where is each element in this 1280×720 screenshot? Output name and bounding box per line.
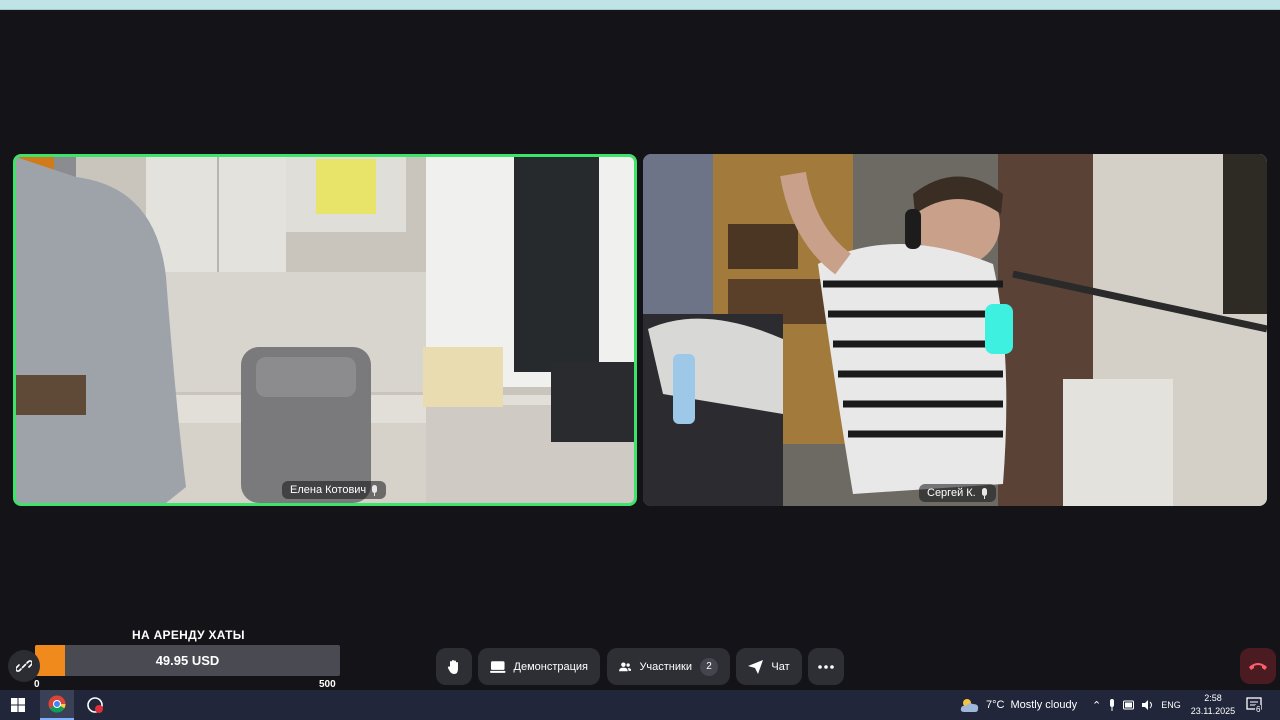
input-language[interactable]: ENG [1161,700,1181,710]
video-call-window: Елена Котович Сергей К. НА АРЕНДУ ХАТЫ 4… [0,0,1280,720]
battery-icon[interactable] [1123,700,1135,710]
participant-name: Елена Котович [290,484,367,496]
chat-label: Чат [771,660,790,673]
start-button[interactable] [0,690,36,720]
volume-icon[interactable] [1142,700,1154,710]
chat-button[interactable]: Чат [736,648,802,685]
weather-widget[interactable]: 7°C Mostly cloudy [960,690,1077,720]
hang-up-button[interactable] [1240,648,1276,684]
participants-label: Участники [639,660,692,673]
donation-min-label: 0 [34,679,40,690]
taskbar-clock[interactable]: 2:58 23.11.2025 [1186,692,1240,718]
cloudy-weather-icon [960,699,979,712]
windows-logo-icon [11,698,25,712]
copy-link-button[interactable] [8,650,40,682]
participant-name-tag: Елена Котович [282,481,387,499]
microphone-tray-icon[interactable] [1108,699,1116,711]
participant-tile-sergey[interactable]: Сергей К. [643,154,1267,506]
system-tray: ⌃ ENG [1092,690,1181,720]
browser-top-strip [0,0,1280,10]
screen-share-icon [490,660,506,673]
participant-name-tag: Сергей К. [919,484,996,502]
donation-goal-title: НА АРЕНДУ ХАТЫ [132,628,245,642]
participants-icon [619,662,632,672]
microphone-icon [371,484,378,496]
more-icon [818,664,834,669]
more-options-button[interactable] [808,648,844,685]
chrome-icon [48,695,66,713]
taskbar-app[interactable] [80,690,110,720]
send-icon [748,659,764,674]
screen-share-button[interactable]: Демонстрация [478,648,600,685]
participants-button[interactable]: Участники 2 [607,648,730,685]
taskbar-chrome[interactable] [40,690,74,720]
participant-video-sergey [643,154,1267,506]
clock-time: 2:58 [1204,693,1222,703]
raise-hand-button[interactable] [436,648,472,685]
hang-up-icon [1249,663,1267,670]
donation-max-label: 500 [319,679,336,690]
raise-hand-icon [447,659,458,674]
participant-video-elena [16,157,634,503]
weather-condition: Mostly cloudy [1010,699,1078,711]
donation-progress-bar: 49.95 USD [35,645,340,676]
participant-tile-elena[interactable]: Елена Котович [13,154,637,506]
link-icon [16,660,32,672]
microphone-icon [981,487,988,499]
notification-count: 6 [1255,705,1262,714]
donation-amount: 49.95 USD [155,653,220,668]
app-icon [87,697,103,713]
chevron-up-icon[interactable]: ⌃ [1092,699,1101,712]
participants-count-badge: 2 [700,657,718,676]
participant-name: Сергей К. [927,487,976,499]
clock-date: 23.11.2025 [1190,706,1236,716]
windows-taskbar: 7°C Mostly cloudy ⌃ ENG 2:58 23.11.2025 … [0,690,1280,720]
screen-share-label: Демонстрация [513,660,589,673]
weather-temperature: 7°C [986,699,1005,711]
